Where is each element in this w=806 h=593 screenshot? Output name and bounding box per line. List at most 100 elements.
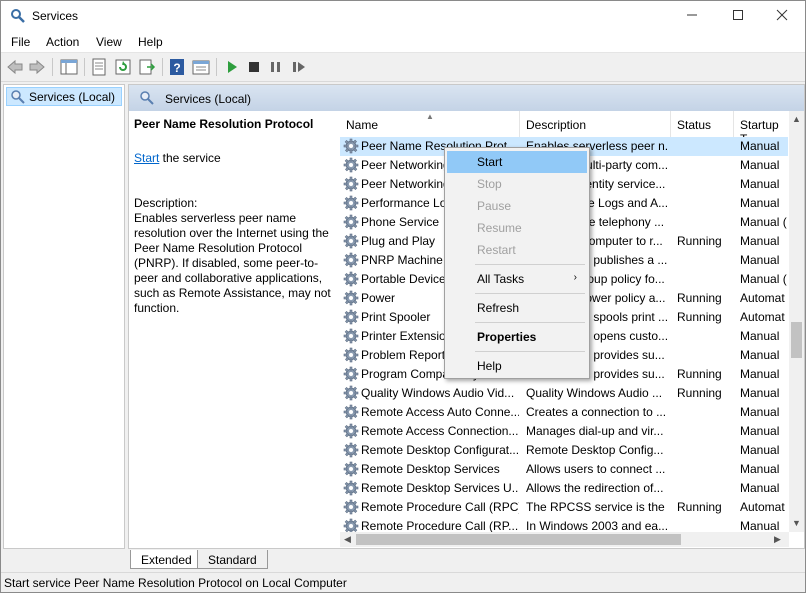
gear-icon [343,499,359,515]
column-header-status-label: Status [677,118,712,132]
gear-icon [343,404,359,420]
column-header-name[interactable]: ▲ Name [340,111,520,137]
menu-item-help[interactable]: Help [447,355,587,377]
gear-icon [343,252,359,268]
pause-icon[interactable] [267,58,285,76]
service-description: Creates a connection to ... [526,405,667,419]
service-description: In Windows 2003 and ea... [526,519,668,532]
refresh-icon[interactable] [114,58,132,76]
service-startup-type: Manual [740,386,780,400]
menu-view[interactable]: View [96,35,122,49]
menu-separator [475,293,585,294]
show-tree-icon[interactable] [60,58,78,76]
column-header-description[interactable]: Description [520,111,671,137]
gear-icon [343,328,359,344]
service-startup-type: Manual [740,234,780,248]
service-row[interactable]: Remote Desktop Services U... Allows the r… [340,479,788,498]
horizontal-scrollbar[interactable]: ◀ ▶ [340,532,789,547]
gear-icon [343,271,359,287]
gear-icon [343,157,359,173]
service-row[interactable]: Remote Desktop Configurat... Remote Deskt… [340,441,788,460]
service-status: Running [677,310,722,324]
scroll-right-icon[interactable]: ▶ [774,534,781,545]
service-startup-type: Manual [740,367,780,381]
menu-item-all-tasks-label: All Tasks [477,272,525,286]
minimize-button[interactable] [669,1,715,32]
menu-item-properties[interactable]: Properties [447,326,587,348]
service-row[interactable]: Remote Access Auto Conne... Creates a con… [340,403,788,422]
service-description: The RPCSS service is the ... [526,500,668,514]
start-service-link[interactable]: Start [134,151,159,165]
column-header-status[interactable]: Status [671,111,734,137]
minimize-icon [687,14,697,16]
gear-icon [343,195,359,211]
menu-item-refresh[interactable]: Refresh [447,297,587,319]
service-name: Remote Desktop Configurat... [361,443,519,457]
menu-bar: File Action View Help [1,32,805,53]
gear-icon [343,138,359,154]
stop-icon[interactable] [245,58,263,76]
maximize-icon [733,10,743,20]
service-status: Running [677,500,722,514]
start-service-suffix: the service [159,151,221,165]
toolbar: ? [1,53,805,82]
view-icon[interactable] [192,58,210,76]
service-row[interactable]: Quality Windows Audio Vid... Quality Wind… [340,384,788,403]
service-startup-type: Manual [740,424,780,438]
service-startup-type: Manual ( [740,215,787,229]
maximize-button[interactable] [715,1,761,32]
service-description: Allows users to connect ... [526,462,666,476]
play-icon[interactable] [223,58,241,76]
scroll-left-icon[interactable]: ◀ [344,534,351,545]
title-bar: Services [1,1,805,32]
help-icon[interactable]: ? [168,58,186,76]
service-startup-type: Manual [740,329,780,343]
service-startup-type: Manual [740,462,780,476]
service-status: Running [677,386,722,400]
back-icon[interactable] [6,58,24,76]
vertical-scrollbar[interactable]: ▲ ▼ [789,111,804,532]
description-text: Enables serverless peer name resolution … [134,211,331,315]
service-row[interactable]: Remote Procedure Call (RPC) The RPCSS ser… [340,498,788,517]
window-title: Services [32,9,79,23]
restart-icon[interactable] [290,58,308,76]
forward-icon[interactable] [28,58,46,76]
service-startup-type: Manual ( [740,272,787,286]
menu-action[interactable]: Action [46,35,79,49]
service-startup-type: Automat [740,310,785,324]
horizontal-scroll-thumb[interactable] [356,534,681,545]
panel-header-title: Services (Local) [165,92,252,106]
service-startup-type: Manual [740,139,780,153]
menu-item-all-tasks[interactable]: All Tasks › [447,268,587,290]
toolbar-separator [52,58,53,76]
search-services-icon [11,90,25,104]
scroll-down-icon[interactable]: ▼ [792,518,801,528]
scroll-up-icon[interactable]: ▲ [792,114,801,124]
service-row[interactable]: Remote Access Connection... Manages dial-… [340,422,788,441]
service-name: Quality Windows Audio Vid... [361,386,515,400]
console-tree: Services (Local) [3,84,125,549]
close-button[interactable] [759,1,805,32]
service-description: Quality Windows Audio ... [526,386,663,400]
menu-separator [475,322,585,323]
service-name: Remote Procedure Call (RPC) [361,500,519,514]
properties-icon[interactable] [90,58,108,76]
menu-file[interactable]: File [11,35,30,49]
tab-standard[interactable]: Standard [197,550,268,569]
vertical-scroll-thumb[interactable] [791,322,802,358]
export-icon[interactable] [138,58,156,76]
service-name: Remote Procedure Call (RP... [361,519,519,532]
service-row[interactable]: Remote Desktop Services Allows users to c… [340,460,788,479]
menu-item-start[interactable]: Start [447,151,587,173]
status-bar: Start service Peer Name Resolution Proto… [1,572,805,592]
status-text: Start service Peer Name Resolution Proto… [4,576,347,590]
tree-item-services-local[interactable]: Services (Local) [6,87,122,106]
service-startup-type: Manual [740,519,780,532]
tab-extended[interactable]: Extended [130,550,203,569]
menu-item-resume: Resume [477,221,522,235]
menu-help[interactable]: Help [138,35,163,49]
service-startup-type: Manual [740,253,780,267]
gear-icon [343,290,359,306]
column-header-startup[interactable]: Startup T [734,111,789,146]
service-row[interactable]: Remote Procedure Call (RP... In Windows 2… [340,517,788,532]
